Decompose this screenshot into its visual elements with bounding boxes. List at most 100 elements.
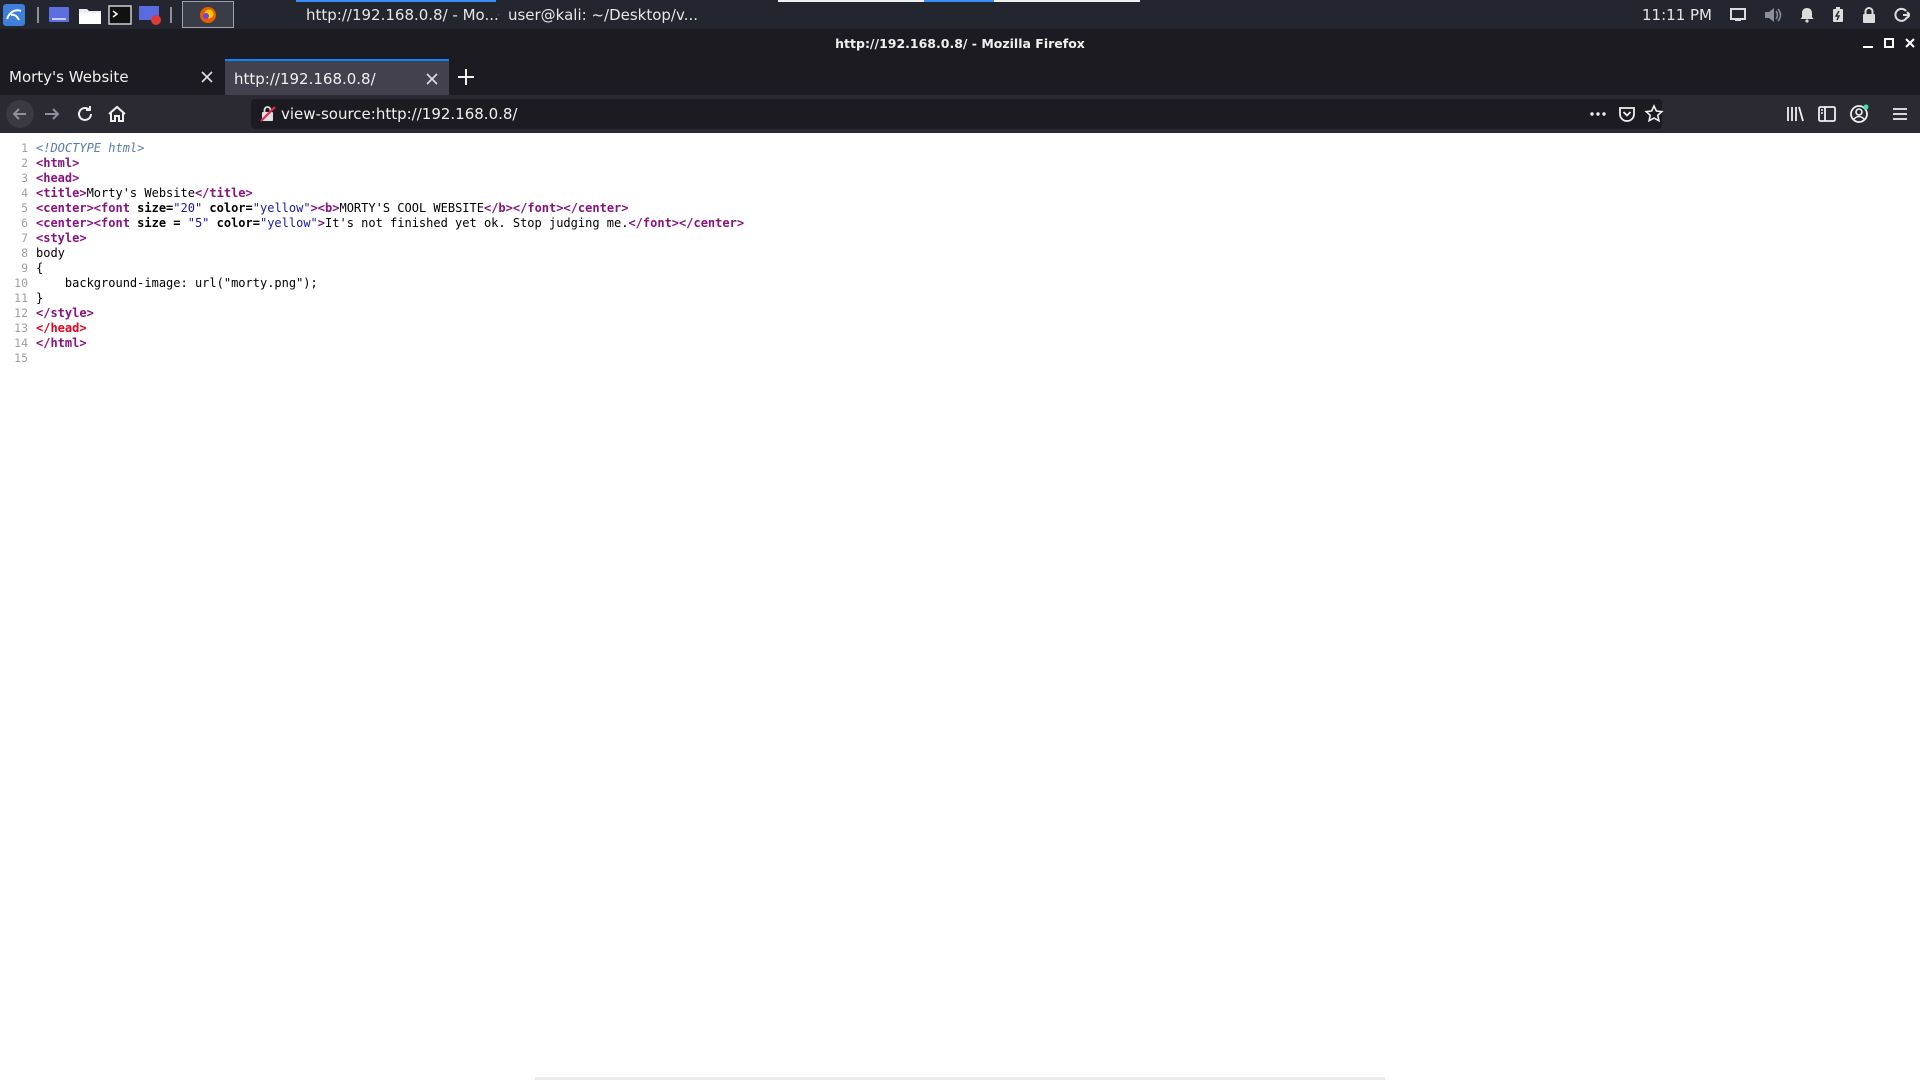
attribute-value: "yellow": [259, 216, 318, 230]
taskbar-window-terminal[interactable]: user@kali: ~/Desktop/v...: [498, 0, 698, 29]
pocket-icon[interactable]: [1617, 104, 1637, 124]
show-desktop-icon[interactable]: [48, 0, 72, 29]
tag: <font: [93, 201, 130, 215]
notification-bell-icon[interactable]: [1800, 7, 1814, 23]
source-line: 5 <center><font size="20" color="yellow">…: [0, 201, 744, 216]
bookmark-star-icon[interactable]: [1644, 104, 1664, 124]
line-number: 9: [21, 261, 28, 275]
tab-strip: Morty's Website http://192.168.0.8/: [0, 59, 1920, 95]
text-node: Morty's Website: [86, 186, 195, 200]
source-line: 12 </style>: [0, 306, 744, 321]
attribute-value: "yellow": [252, 201, 311, 215]
source-line: 1 <!DOCTYPE html>: [0, 141, 744, 156]
back-button[interactable]: [6, 100, 34, 128]
attribute-name: color=: [209, 216, 260, 230]
workspace-indicator-active[interactable]: [924, 0, 994, 2]
text-node: MORTY'S COOL WEBSITE: [339, 201, 484, 215]
window-titlebar[interactable]: http://192.168.0.8/ - Mozilla Firefox: [0, 29, 1920, 59]
tag: </center>: [563, 201, 629, 215]
line-number: 10: [14, 276, 28, 290]
source-line: 13 </head>: [0, 321, 744, 336]
top-panel: http://192.168.0.8/ - Mo... user@kali: ~…: [0, 0, 1920, 29]
tag: </style>: [36, 306, 94, 320]
home-icon[interactable]: [105, 102, 129, 126]
tag: <style>: [36, 231, 87, 245]
line-number: 15: [14, 351, 28, 365]
terminal-icon[interactable]: [108, 0, 134, 29]
doctype: <!DOCTYPE html>: [36, 141, 145, 155]
terminal-icon: [498, 14, 499, 15]
display-icon[interactable]: [1730, 7, 1746, 22]
tag: >: [310, 201, 318, 215]
file-manager-icon[interactable]: [78, 0, 104, 29]
back-arrow-icon: [12, 108, 26, 120]
panel-separator: [37, 7, 39, 23]
attribute-value: "20": [173, 201, 203, 215]
forward-arrow-icon[interactable]: [40, 102, 64, 126]
source-line: 4 <title>Morty's Website</title>: [0, 186, 744, 201]
window-title: http://192.168.0.8/ - Mozilla Firefox: [835, 36, 1085, 51]
url-text[interactable]: view-source:http://192.168.0.8/: [281, 99, 517, 129]
tag: <title>: [36, 186, 87, 200]
volume-icon[interactable]: [1764, 7, 1782, 23]
line-number: 7: [21, 231, 28, 245]
tab-label: http://192.168.0.8/: [234, 70, 376, 88]
url-bar[interactable]: view-source:http://192.168.0.8/: [251, 99, 1664, 129]
account-icon[interactable]: [1847, 102, 1871, 126]
lock-screen-icon[interactable]: [1862, 6, 1876, 23]
new-tab-plus-icon[interactable]: [455, 66, 477, 88]
hamburger-menu-icon[interactable]: [1888, 102, 1912, 126]
library-icon[interactable]: [1783, 102, 1807, 126]
line-number: 8: [21, 246, 28, 260]
workspace-indicator[interactable]: [778, 0, 924, 2]
close-tab-icon[interactable]: [200, 70, 214, 84]
page-actions-more-icon[interactable]: [1588, 104, 1608, 124]
source-line: 10 background-image: url("morty.png");: [0, 276, 744, 291]
line-number: 3: [21, 171, 28, 185]
attribute-name: size =: [129, 216, 188, 230]
tag: <html>: [36, 156, 80, 170]
tag: >: [317, 216, 326, 230]
close-window-icon[interactable]: [1903, 36, 1917, 50]
source-line: 15: [0, 351, 744, 366]
line-number: 14: [14, 336, 28, 350]
line-number: 4: [21, 186, 28, 200]
attribute-value: "5": [187, 216, 210, 230]
taskbar-window-firefox[interactable]: http://192.168.0.8/ - Mo...: [298, 0, 499, 29]
workspace-indicator[interactable]: [994, 0, 1140, 2]
taskbar-window-label: user@kali: ~/Desktop/v...: [507, 5, 698, 24]
tag: </center>: [679, 216, 745, 230]
tag: <center>: [36, 216, 94, 230]
screen-recorder-icon[interactable]: [138, 0, 164, 29]
firefox-launcher-icon[interactable]: [182, 1, 234, 28]
line-number: 6: [21, 216, 28, 230]
battery-icon[interactable]: [1832, 6, 1844, 23]
tag: </font>: [512, 201, 564, 215]
insecure-connection-icon[interactable]: [258, 104, 278, 124]
maximize-icon[interactable]: [1882, 36, 1896, 50]
clock[interactable]: 11:11 PM: [1642, 6, 1712, 24]
tag: </title>: [194, 186, 253, 200]
tag: </html>: [36, 336, 87, 350]
panel-separator: [170, 7, 172, 23]
source-line: 8 body: [0, 246, 744, 261]
line-number: 1: [21, 141, 28, 155]
kali-menu-icon[interactable]: [2, 0, 28, 29]
minimize-icon[interactable]: [1861, 36, 1875, 50]
tab-192-168-0-8[interactable]: http://192.168.0.8/: [225, 59, 449, 95]
source-line: 14 </html>: [0, 336, 744, 351]
tab-mortys-website[interactable]: Morty's Website: [0, 59, 224, 95]
logout-icon[interactable]: [1894, 7, 1910, 23]
tag: <font: [93, 216, 130, 230]
text-node: It's not finished yet ok. Stop judging m…: [325, 216, 629, 230]
line-number: 5: [21, 201, 28, 215]
close-tab-icon[interactable]: [425, 72, 439, 86]
taskbar-window-label: http://192.168.0.8/ - Mo...: [306, 5, 499, 24]
text-node: {: [36, 261, 44, 275]
reload-icon[interactable]: [73, 102, 97, 126]
text-node: body: [36, 246, 65, 260]
text-node: background-image: url("morty.png");: [36, 276, 318, 290]
sidebar-icon[interactable]: [1815, 102, 1839, 126]
tag: </font>: [628, 216, 680, 230]
text-node: }: [36, 291, 44, 305]
